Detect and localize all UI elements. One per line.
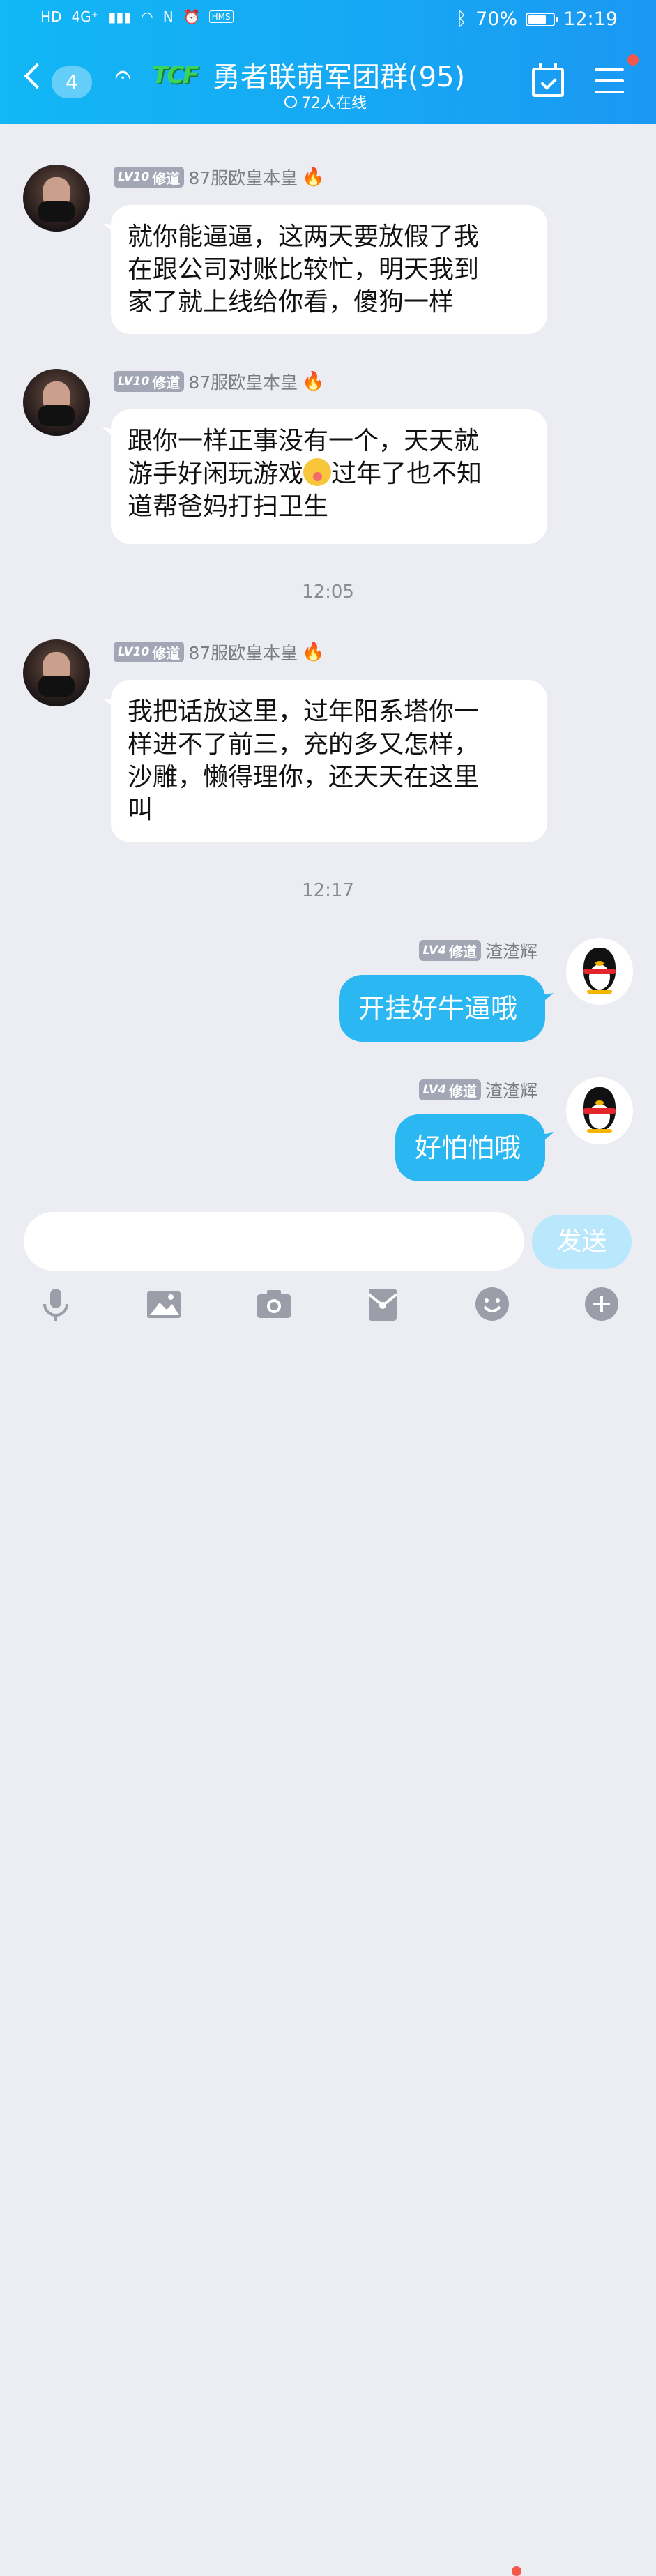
level-tag: LV10 修道 (114, 167, 185, 188)
message-bubble[interactable]: 我把话放这里，过年阳系塔你一 样进不了前三，充的多又怎样， 沙雕，懒得理你，还天… (111, 680, 547, 842)
red-packet-icon[interactable] (362, 1283, 404, 1325)
avatar[interactable] (566, 1077, 633, 1144)
level-tag: LV4 修道 (418, 940, 481, 961)
camera-icon[interactable] (253, 1283, 295, 1325)
group-logo: TCF (152, 61, 199, 89)
fire-icon: 🔥 (302, 642, 325, 662)
image-icon[interactable] (143, 1283, 185, 1325)
message-bubble[interactable]: 开挂好牛逼哦 (339, 975, 545, 1042)
hms-icon: HMS (208, 10, 234, 23)
message-input[interactable] (24, 1212, 524, 1271)
avatar[interactable] (566, 938, 633, 1005)
sender-meta: LV10 修道 87服欧皇本皇 🔥 (114, 369, 325, 394)
online-check-icon (284, 96, 297, 108)
mic-icon[interactable] (35, 1283, 77, 1325)
signal-icon: ▮▮▮ (108, 8, 132, 25)
clock: 12:19 (563, 8, 618, 30)
group-title[interactable]: 勇者联萌军团群(95) (213, 54, 465, 95)
sender-meta: LV4 修道 渣渣辉 (418, 1077, 537, 1103)
unread-badge[interactable]: 4 (52, 66, 92, 98)
menu-notification-dot (627, 54, 639, 66)
back-chevron-icon[interactable] (24, 63, 50, 89)
online-status[interactable]: 72人在线 (284, 91, 367, 113)
hd-icon: HD (40, 8, 62, 25)
bluetooth-icon: ᛒ (455, 8, 468, 30)
sender-name[interactable]: 渣渣辉 (485, 1077, 537, 1103)
sender-name[interactable]: 87服欧皇本皇 (188, 639, 298, 665)
avatar[interactable] (23, 639, 90, 706)
emoji-icon[interactable] (471, 1283, 513, 1325)
chat-header: HD 4G⁺ ▮▮▮ ◠ N ⏰ HMS ᛒ 70% 12:19 4 𝄐 TCF… (0, 0, 656, 124)
avatar[interactable] (23, 369, 90, 436)
fire-icon: 🔥 (302, 167, 325, 188)
level-tag: LV10 修道 (114, 642, 185, 662)
timestamp: 12:05 (302, 582, 354, 603)
sender-meta: LV10 修道 87服欧皇本皇 🔥 (114, 165, 325, 190)
sender-meta: LV4 修道 渣渣辉 (418, 938, 537, 963)
fire-icon: 🔥 (302, 371, 325, 392)
message-bubble[interactable]: 好怕怕哦 (395, 1114, 545, 1181)
drooling-emoji-icon (303, 458, 332, 486)
avatar[interactable] (23, 165, 90, 232)
sender-name[interactable]: 87服欧皇本皇 (188, 165, 298, 190)
level-tag: LV10 修道 (114, 371, 185, 392)
sender-name[interactable]: 87服欧皇本皇 (188, 369, 298, 394)
online-count: 72人在线 (301, 95, 367, 112)
message-bubble[interactable]: 跟你一样正事没有一个，天天就 游手好闲玩游戏 过年了也不知 道帮爸妈打扫卫生 (111, 409, 547, 544)
send-button[interactable]: 发送 (532, 1215, 632, 1269)
status-bar-left: HD 4G⁺ ▮▮▮ ◠ N ⏰ HMS (39, 8, 234, 25)
wifi-icon: ◠ (141, 8, 153, 25)
battery-icon (526, 12, 558, 26)
level-tag: LV4 修道 (418, 1079, 481, 1100)
network-icon: 4G⁺ (71, 8, 99, 25)
message-bubble[interactable]: 就你能逼逼，这两天要放假了我 在跟公司对账比较忙，明天我到 家了就上线给你看，傻… (111, 205, 547, 334)
emoji-notification-dot (512, 2566, 521, 2576)
sender-meta: LV10 修道 87服欧皇本皇 🔥 (114, 639, 325, 665)
timestamp: 12:17 (302, 880, 354, 901)
nfc-icon: N (162, 8, 174, 25)
battery-percent: 70% (475, 8, 518, 30)
menu-icon[interactable] (595, 68, 624, 93)
sender-name[interactable]: 渣渣辉 (485, 938, 537, 963)
status-bar-right: ᛒ 70% 12:19 (456, 8, 618, 30)
alarm-icon: ⏰ (183, 8, 201, 25)
plus-icon[interactable] (581, 1283, 623, 1325)
ear-icon[interactable]: 𝄐 (115, 59, 130, 91)
calendar-check-icon[interactable] (532, 63, 564, 97)
input-toolbar (0, 1283, 656, 2576)
